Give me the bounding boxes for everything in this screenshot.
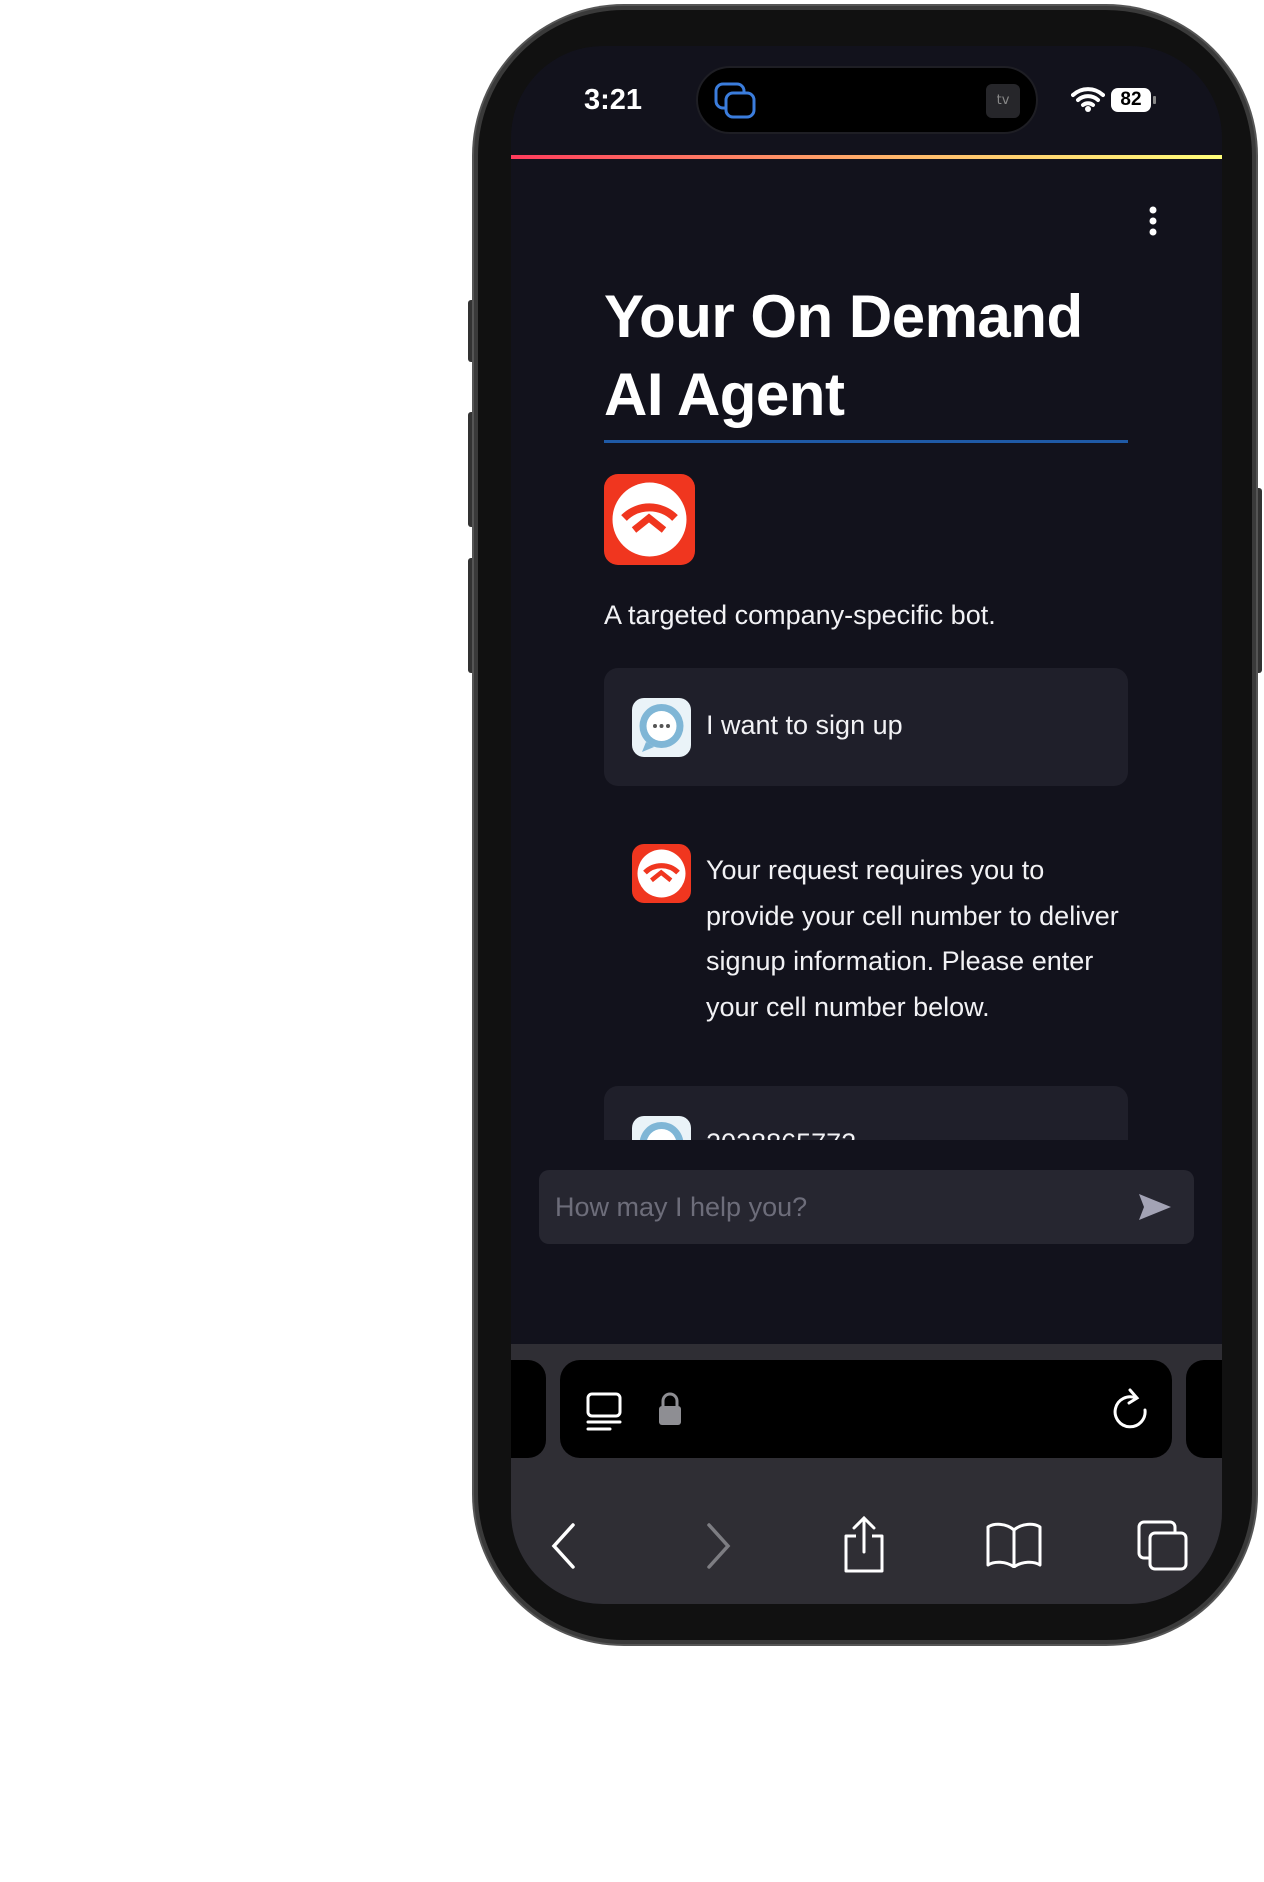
send-icon[interactable] — [1137, 1192, 1173, 1222]
more-menu-button[interactable] — [1147, 206, 1159, 236]
bookmarks-icon[interactable] — [985, 1522, 1043, 1568]
user-avatar — [632, 698, 691, 757]
back-icon[interactable] — [549, 1522, 579, 1570]
message-text: 2028865772 — [706, 1128, 856, 1140]
header-decoration — [511, 155, 1222, 159]
chat-message-assistant: Your request requires you to provide you… — [604, 836, 1128, 1076]
chat-scroll-clip: 2028865772 — [604, 1086, 1128, 1140]
lock-icon — [659, 1392, 681, 1425]
assistant-avatar — [632, 844, 691, 903]
battery-tip — [1153, 96, 1156, 104]
message-text: Your request requires you to provide you… — [706, 855, 1119, 1022]
chat-input[interactable] — [555, 1170, 1115, 1244]
forward-icon[interactable] — [703, 1522, 733, 1570]
next-tab-pill[interactable] — [1186, 1360, 1222, 1458]
status-time: 3:21 — [584, 84, 643, 116]
share-icon[interactable] — [841, 1516, 887, 1574]
message-text: I want to sign up — [706, 710, 903, 740]
user-avatar — [632, 1116, 691, 1140]
page-title: Your On Demand AI Agent — [604, 283, 1083, 428]
dynamic-island: tv — [696, 66, 1038, 134]
wifi-icon — [1071, 87, 1105, 112]
reader-icon[interactable] — [586, 1392, 622, 1432]
chat-message-user: I want to sign up — [604, 668, 1128, 786]
chat-message-user: 2028865772 — [604, 1086, 1128, 1140]
chat-input-box[interactable] — [539, 1170, 1194, 1244]
reload-icon[interactable] — [1112, 1388, 1150, 1432]
phone-screen: 3:21 tv 82 Your On Demand AI Agent A tar… — [511, 46, 1222, 1604]
battery-indicator: 82 — [1111, 88, 1151, 112]
address-bar[interactable] — [560, 1360, 1172, 1458]
screen-mirroring-icon — [714, 82, 756, 119]
kebab-icon — [1149, 206, 1157, 236]
prev-tab-pill[interactable] — [511, 1360, 546, 1458]
apple-tv-icon: tv — [986, 84, 1020, 118]
page-caption: A targeted company-specific bot. — [604, 600, 996, 630]
brand-logo — [604, 474, 695, 565]
title-divider — [604, 440, 1128, 443]
browser-toolbar — [511, 1344, 1222, 1604]
tabs-icon[interactable] — [1137, 1520, 1189, 1572]
